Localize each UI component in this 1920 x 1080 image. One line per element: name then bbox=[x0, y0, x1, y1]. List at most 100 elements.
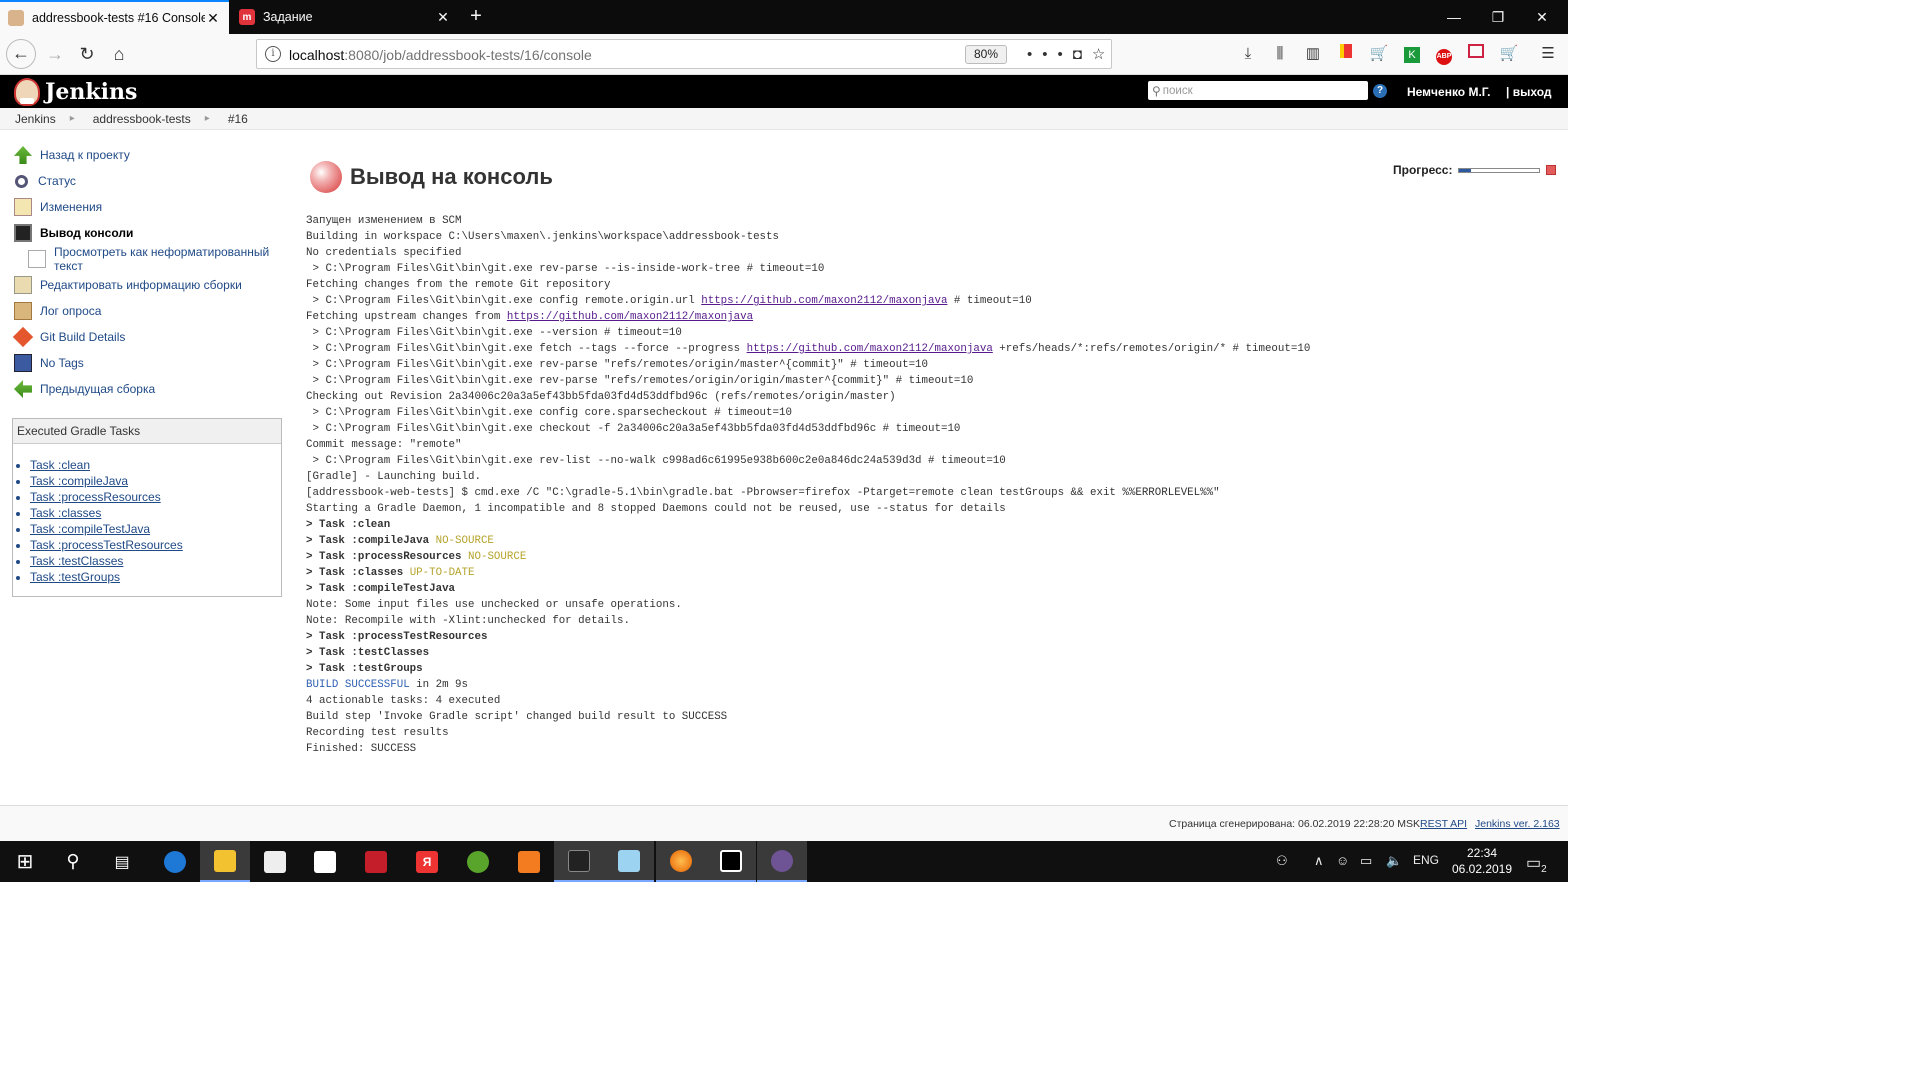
task-view-plain-text[interactable]: Просмотреть как неформатированный текст bbox=[12, 245, 297, 273]
breadcrumb-jenkins[interactable]: Jenkins bbox=[15, 112, 56, 126]
gradle-task-link[interactable]: Task :compileTestJava bbox=[30, 522, 281, 538]
edit-icon bbox=[14, 276, 32, 294]
search-icon: ⚲ bbox=[66, 851, 80, 871]
bookmark-flag-icon[interactable] bbox=[1336, 44, 1356, 64]
tab-zadanie[interactable]: m Задание ✕ bbox=[231, 0, 459, 34]
battery-icon[interactable]: ▭ bbox=[1360, 853, 1372, 869]
console-line: > C:\Program Files\Git\bin\git.exe rev-l… bbox=[306, 455, 1006, 467]
jenkins-logo[interactable]: Jenkins bbox=[14, 78, 137, 106]
taskbar-notepad[interactable] bbox=[604, 841, 654, 882]
library-icon[interactable]: ⫼ bbox=[1270, 44, 1290, 64]
zoom-level-button[interactable]: 80% bbox=[965, 45, 1007, 64]
console-line: > C:\Program Files\Git\bin\git.exe rev-p… bbox=[306, 263, 825, 275]
task-previous-build[interactable]: Предыдущая сборка bbox=[12, 376, 297, 402]
tab-jenkins-console[interactable]: addressbook-tests #16 Console ✕ bbox=[0, 0, 229, 34]
stop-build-icon[interactable] bbox=[1546, 165, 1557, 175]
jenkins-butler-icon bbox=[14, 78, 40, 106]
taskbar-mail[interactable] bbox=[300, 841, 350, 882]
gradle-task-link[interactable]: Task :compileJava bbox=[30, 474, 281, 490]
breadcrumb-job[interactable]: addressbook-tests bbox=[93, 112, 191, 126]
restore-button[interactable]: ❐ bbox=[1476, 0, 1520, 34]
taskbar-utorrent[interactable] bbox=[453, 841, 503, 882]
page-actions[interactable]: •••◘☆ bbox=[1027, 45, 1115, 63]
close-tab-icon[interactable]: ✕ bbox=[435, 9, 451, 26]
cart-icon[interactable]: 🛒 bbox=[1369, 44, 1389, 64]
gradle-task-link[interactable]: Task :classes bbox=[30, 506, 281, 522]
extension-k-icon[interactable]: K bbox=[1402, 44, 1422, 64]
taskbar-edge[interactable] bbox=[150, 841, 200, 882]
progress-indicator: Прогресс: bbox=[1393, 163, 1557, 177]
clock-time: 22:34 bbox=[1466, 846, 1498, 860]
task-polling-log[interactable]: Лог опроса bbox=[12, 298, 297, 324]
user-link[interactable]: Немченко М.Г. bbox=[1407, 85, 1490, 99]
new-tab-button[interactable]: + bbox=[464, 5, 488, 29]
close-window-button[interactable]: ✕ bbox=[1520, 0, 1564, 34]
logout-link[interactable]: | выход bbox=[1506, 85, 1551, 99]
taskbar-store[interactable] bbox=[250, 841, 300, 882]
console-line: BUILD SUCCESSFUL in 2m 9s bbox=[306, 679, 468, 691]
task-view-button[interactable]: ▤ bbox=[97, 841, 147, 882]
volume-icon[interactable]: 🔈 bbox=[1386, 853, 1402, 869]
bookmark-star-icon[interactable]: ☆ bbox=[1092, 46, 1115, 63]
taskbar-terminal[interactable] bbox=[554, 841, 604, 882]
url-text[interactable]: localhost:8080/job/addressbook-tests/16/… bbox=[289, 47, 592, 63]
home-button[interactable]: ⌂ bbox=[104, 40, 134, 68]
reload-button[interactable]: ↻ bbox=[72, 40, 102, 68]
console-link[interactable]: https://github.com/maxon2112/maxonjava bbox=[701, 295, 947, 307]
taskbar-xampp[interactable] bbox=[504, 841, 554, 882]
back-button[interactable]: ← bbox=[6, 39, 36, 69]
language-indicator[interactable]: ENG bbox=[1413, 853, 1439, 867]
notifications-icon[interactable]: ▭2 bbox=[1526, 853, 1547, 875]
show-hidden-icons-icon[interactable]: ∧ bbox=[1314, 853, 1324, 869]
task-label: Git Build Details bbox=[40, 330, 126, 344]
forward-button[interactable]: → bbox=[40, 40, 70, 68]
people-icon[interactable]: ⚇ bbox=[1276, 853, 1288, 869]
console-link[interactable]: https://github.com/maxon2112/maxonjava bbox=[747, 343, 993, 355]
close-tab-icon[interactable]: ✕ bbox=[205, 10, 221, 27]
page-footer: Страница сгенерирована: 06.02.2019 22:28… bbox=[0, 805, 1568, 841]
task-git-build-details[interactable]: Git Build Details bbox=[12, 324, 297, 350]
downloads-icon[interactable]: ⤓ bbox=[1238, 44, 1258, 64]
cart-2-icon[interactable]: 🛒 bbox=[1499, 44, 1519, 64]
taskbar-explorer[interactable] bbox=[200, 841, 250, 882]
extension-mail-icon[interactable] bbox=[1466, 44, 1486, 64]
pocket-icon[interactable]: ◘ bbox=[1073, 46, 1092, 63]
search-input[interactable]: ⚲ поиск bbox=[1148, 81, 1368, 100]
taskbar-firefox[interactable] bbox=[656, 841, 706, 882]
console-link[interactable]: https://github.com/maxon2112/maxonjava bbox=[507, 311, 753, 323]
sidebar-icon[interactable]: ▥ bbox=[1303, 44, 1323, 64]
clock[interactable]: 22:34 06.02.2019 bbox=[1450, 845, 1514, 877]
minimize-button[interactable]: — bbox=[1432, 0, 1476, 34]
rest-api-link[interactable]: REST API bbox=[1420, 818, 1467, 830]
task-changes[interactable]: Изменения bbox=[12, 194, 297, 220]
gradle-task-link[interactable]: Task :processResources bbox=[30, 490, 281, 506]
task-label: Редактировать информацию сборки bbox=[40, 278, 242, 292]
page-generated-text: Страница сгенерирована: 06.02.2019 22:28… bbox=[1169, 818, 1421, 830]
gradle-task-link[interactable]: Task :clean bbox=[30, 458, 281, 474]
taskbar-intellij[interactable] bbox=[706, 841, 756, 882]
task-status[interactable]: Статус bbox=[12, 168, 297, 194]
menu-icon[interactable]: ☰ bbox=[1538, 44, 1558, 64]
task-edit-build-info[interactable]: Редактировать информацию сборки bbox=[12, 272, 297, 298]
help-icon[interactable]: ? bbox=[1373, 84, 1387, 98]
adblock-icon[interactable]: ABP bbox=[1434, 44, 1454, 65]
jenkins-logo-text: Jenkins bbox=[45, 79, 138, 105]
gradle-task-link[interactable]: Task :processTestResources bbox=[30, 538, 281, 554]
info-icon[interactable]: i bbox=[265, 46, 281, 62]
url-bar[interactable]: i localhost:8080/job/addressbook-tests/1… bbox=[256, 39, 1112, 69]
console-line: > Task :processTestResources bbox=[306, 631, 488, 643]
task-no-tags[interactable]: No Tags bbox=[12, 350, 297, 376]
gradle-task-link[interactable]: Task :testClasses bbox=[30, 554, 281, 570]
taskbar-mcafee[interactable] bbox=[351, 841, 401, 882]
taskbar-yandex[interactable]: Я bbox=[402, 841, 452, 882]
emoji-icon[interactable]: ☺ bbox=[1336, 853, 1349, 868]
taskbar-github[interactable] bbox=[757, 841, 807, 882]
task-console-output[interactable]: Вывод консоли bbox=[12, 220, 297, 246]
jenkins-version-link[interactable]: Jenkins ver. 2.163 bbox=[1475, 818, 1560, 830]
start-button[interactable]: ⊞ bbox=[0, 841, 50, 882]
breadcrumb-build[interactable]: #16 bbox=[228, 112, 248, 126]
gradle-task-link[interactable]: Task :testGroups bbox=[30, 570, 281, 586]
task-back-to-project[interactable]: Назад к проекту bbox=[12, 142, 297, 168]
search-button[interactable]: ⚲ bbox=[48, 841, 98, 882]
document-icon bbox=[28, 250, 46, 268]
